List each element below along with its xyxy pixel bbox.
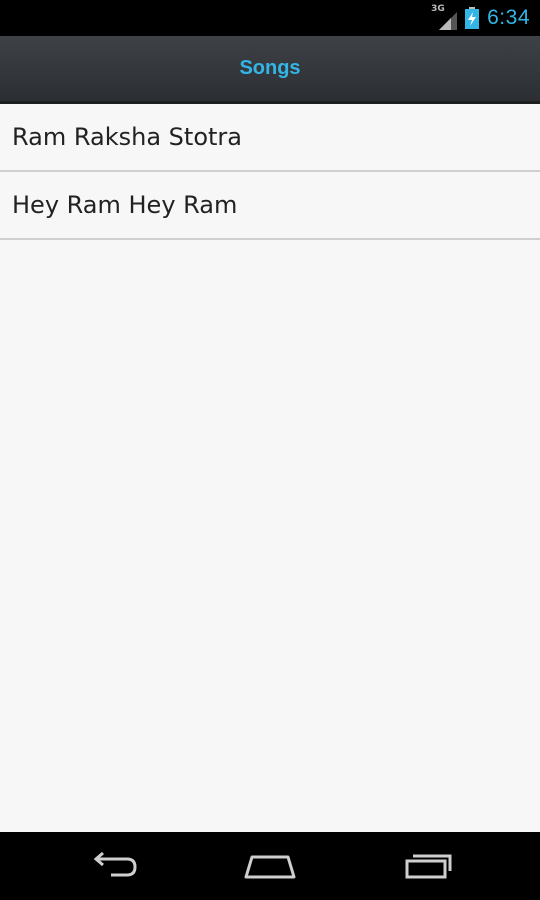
home-button[interactable] bbox=[215, 832, 325, 900]
recent-apps-button[interactable] bbox=[374, 832, 484, 900]
back-button[interactable] bbox=[58, 832, 168, 900]
song-list: Ram Raksha Stotra Hey Ram Hey Ram bbox=[0, 104, 540, 832]
status-clock: 6:34 bbox=[487, 6, 530, 29]
home-icon bbox=[244, 855, 296, 879]
action-bar: Songs bbox=[0, 36, 540, 104]
status-bar: 3G 6:34 bbox=[0, 0, 540, 36]
list-item[interactable]: Ram Raksha Stotra bbox=[0, 104, 540, 172]
navigation-bar bbox=[0, 832, 540, 900]
battery-charging-icon bbox=[465, 7, 480, 29]
status-icons: 3G 6:34 bbox=[431, 0, 530, 36]
recent-apps-icon bbox=[405, 854, 452, 879]
list-item[interactable]: Hey Ram Hey Ram bbox=[0, 172, 540, 240]
signal-icon: 3G bbox=[431, 4, 458, 30]
back-icon bbox=[93, 851, 137, 877]
list-item-label: Ram Raksha Stotra bbox=[12, 123, 242, 151]
list-item-label: Hey Ram Hey Ram bbox=[12, 191, 238, 219]
page-title: Songs bbox=[239, 57, 301, 79]
